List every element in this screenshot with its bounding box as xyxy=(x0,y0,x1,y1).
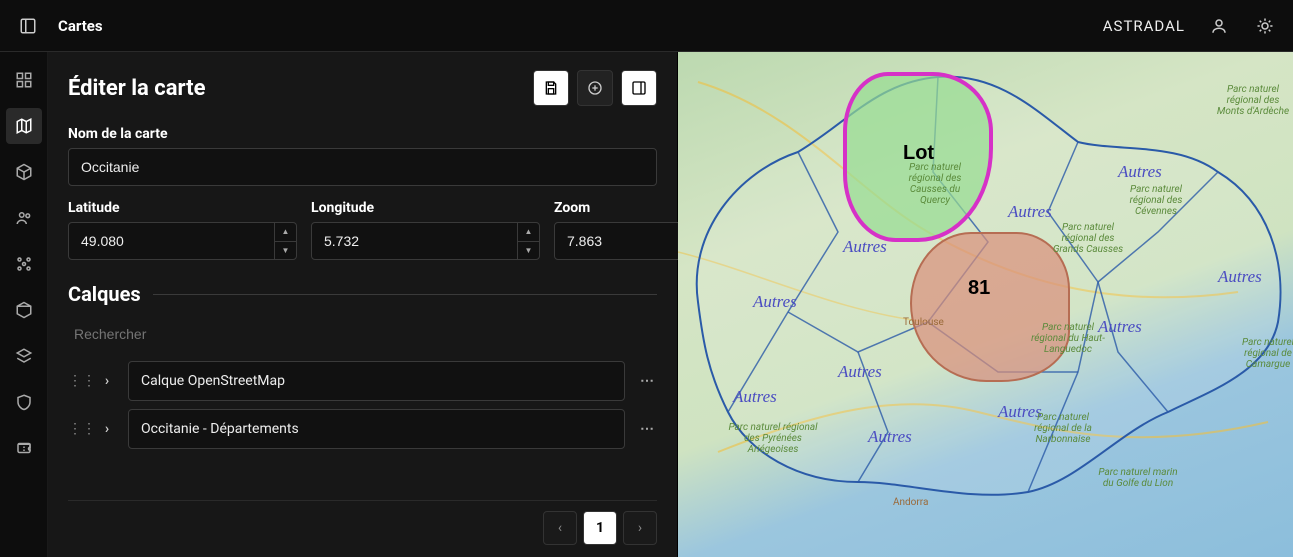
map-region-81[interactable] xyxy=(910,232,1070,382)
rail-shield-icon[interactable] xyxy=(6,384,42,420)
collapse-panel-button[interactable] xyxy=(621,70,657,106)
save-button[interactable] xyxy=(533,70,569,106)
layer-row: ⋮⋮ › Calque OpenStreetMap ⋯ xyxy=(68,361,657,401)
rail-package-icon[interactable] xyxy=(6,292,42,328)
layer-name[interactable]: Calque OpenStreetMap xyxy=(128,361,625,401)
rail-users-icon[interactable] xyxy=(6,200,42,236)
lat-step-up[interactable]: ▲ xyxy=(275,223,296,242)
chevron-right-icon[interactable]: › xyxy=(98,421,116,437)
layer-name[interactable]: Occitanie - Départements xyxy=(128,409,625,449)
layers-section-title: Calques xyxy=(68,282,141,306)
longitude-input[interactable] xyxy=(312,223,517,259)
page-prev-button[interactable]: ‹ xyxy=(543,511,577,545)
nav-rail xyxy=(0,52,48,557)
map-name-input[interactable] xyxy=(68,148,657,186)
rail-ticket-icon[interactable] xyxy=(6,430,42,466)
pager: ‹ 1 › xyxy=(68,500,657,545)
page-next-button[interactable]: › xyxy=(623,511,657,545)
drag-handle-icon[interactable]: ⋮⋮ xyxy=(68,373,86,389)
rail-layers-icon[interactable] xyxy=(6,338,42,374)
chevron-right-icon[interactable]: › xyxy=(98,373,116,389)
map-name-label: Nom de la carte xyxy=(68,126,657,142)
rail-dashboard-icon[interactable] xyxy=(6,62,42,98)
topbar: Cartes ASTRADAL xyxy=(0,0,1293,52)
panel-title: Éditer la carte xyxy=(68,76,205,101)
rail-map-icon[interactable] xyxy=(6,108,42,144)
brand-name: ASTRADAL xyxy=(1103,17,1185,35)
rail-nodes-icon[interactable] xyxy=(6,246,42,282)
more-icon[interactable]: ⋯ xyxy=(637,373,657,389)
lat-step-down[interactable]: ▼ xyxy=(275,242,296,260)
layer-row: ⋮⋮ › Occitanie - Départements ⋯ xyxy=(68,409,657,449)
layer-search-input[interactable] xyxy=(68,318,657,351)
user-icon[interactable] xyxy=(1207,14,1231,38)
rail-cube-icon[interactable] xyxy=(6,154,42,190)
latitude-label: Latitude xyxy=(68,200,297,216)
toggle-sidebar-icon[interactable] xyxy=(16,14,40,38)
drag-handle-icon[interactable]: ⋮⋮ xyxy=(68,421,86,437)
theme-icon[interactable] xyxy=(1253,14,1277,38)
latitude-input[interactable] xyxy=(69,223,274,259)
lon-step-up[interactable]: ▲ xyxy=(518,223,539,242)
more-icon[interactable]: ⋯ xyxy=(637,421,657,437)
lon-step-down[interactable]: ▼ xyxy=(518,242,539,260)
map-canvas[interactable]: Lot 81 Autres Autres Autres Autres Autre… xyxy=(678,52,1293,557)
page-title: Cartes xyxy=(58,17,103,35)
editor-panel: Éditer la carte Nom de la carte xyxy=(48,52,678,557)
page-number[interactable]: 1 xyxy=(583,511,617,545)
longitude-label: Longitude xyxy=(311,200,540,216)
add-button[interactable] xyxy=(577,70,613,106)
